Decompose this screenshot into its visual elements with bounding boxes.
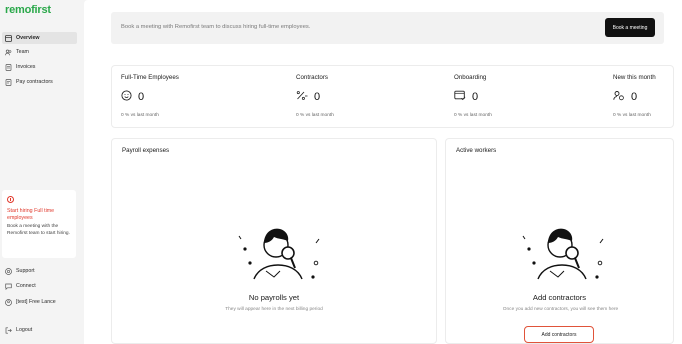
grid-icon [5,34,12,42]
sidebar-item-label: Connect [16,283,36,289]
empty-state-subtitle: Once you add new contractors, you will s… [502,307,619,312]
hire-card[interactable]: Start hiring Full time employees Book a … [2,190,76,258]
stat-change: 0 % vs last month [454,113,492,118]
empty-state-title: No payrolls yet [248,293,300,302]
company-icon [5,298,12,306]
chat-icon [5,283,12,290]
payroll-card: Payroll expenses No payrolls yet They wi… [111,138,437,344]
stat-value: 0 [472,91,479,103]
stat-value: 0 [631,91,638,103]
sidebar: remofirst Overview Team Invoices Pay con… [0,0,84,344]
sidebar-item-logout[interactable]: Logout [2,324,77,336]
stat-title: Contractors [296,74,328,81]
stat-full-time-employees: Full-Time Employees 0 0 % vs last month [121,74,179,118]
sidebar-item-label: Overview [16,35,40,41]
sidebar-item-pay-contractors[interactable]: Pay contractors [2,76,77,88]
sidebar-item-team[interactable]: Team [2,46,77,58]
logout-icon [5,326,12,334]
active-workers-card: Active workers Add contractors Once you … [445,138,674,344]
add-contractors-button[interactable]: Add contractors [524,326,594,343]
stat-change: 0 % vs last month [613,113,651,118]
stat-contractors: Contractors 0 0 % vs last month [296,74,334,118]
empty-state-subtitle: They will appear here in the next billin… [225,307,323,312]
invoice-icon [5,63,12,71]
support-icon [5,267,12,275]
onboarding-icon [454,88,466,106]
stat-change: 0 % vs last month [121,113,159,118]
percent-icon [296,88,308,106]
sidebar-item-label: Pay contractors [16,79,53,85]
book-meeting-button[interactable]: Book a meeting [605,18,655,37]
sidebar-item-label: Support [16,268,35,274]
new-user-icon [613,88,625,106]
sidebar-item-overview[interactable]: Overview [2,32,77,44]
hire-card-title: Start hiring Full time employees [7,208,55,221]
sidebar-item-label: Logout [16,327,33,333]
alert-icon [7,196,14,203]
meeting-banner: Book a meeting with Remofirst team to di… [111,12,664,44]
stat-title: Onboarding [454,74,487,81]
smiley-icon [121,88,132,106]
stat-title: New this month [613,74,656,81]
sidebar-item-label: Invoices [16,64,36,70]
card-title: Active workers [456,147,497,154]
remofirst-logo[interactable]: remofirst [5,4,51,16]
pay-icon [5,78,12,86]
sidebar-item-connect[interactable]: Connect [2,280,77,292]
banner-text: Book a meeting with Remofirst team to di… [121,24,311,30]
stat-change: 0 % vs last month [296,113,334,118]
hire-card-text: Book a meeting with the Remofirst team t… [7,224,70,236]
empty-state-illustration [522,228,604,280]
stats-panel: Full-Time Employees 0 0 % vs last month … [111,65,674,128]
stat-value: 0 [138,91,145,103]
sidebar-item-support[interactable]: Support [2,265,77,277]
sidebar-item-company[interactable]: [test] Free Lance [2,296,77,308]
card-title: Payroll expenses [122,147,170,154]
app: remofirst Overview Team Invoices Pay con… [0,0,682,344]
sidebar-item-invoices[interactable]: Invoices [2,61,77,73]
team-icon [5,49,12,56]
stat-value: 0 [314,91,321,103]
sidebar-item-label: Team [16,49,29,55]
sidebar-item-label: [test] Free Lance [16,299,56,305]
empty-state-illustration [238,228,320,280]
stat-title: Full-Time Employees [121,74,179,81]
stat-onboarding: Onboarding 0 0 % vs last month [454,74,492,118]
main-content: Book a meeting with Remofirst team to di… [84,0,682,344]
stat-new-this-month: New this month 0 0 % vs last month [613,74,656,118]
empty-state-title: Add contractors [532,293,587,302]
